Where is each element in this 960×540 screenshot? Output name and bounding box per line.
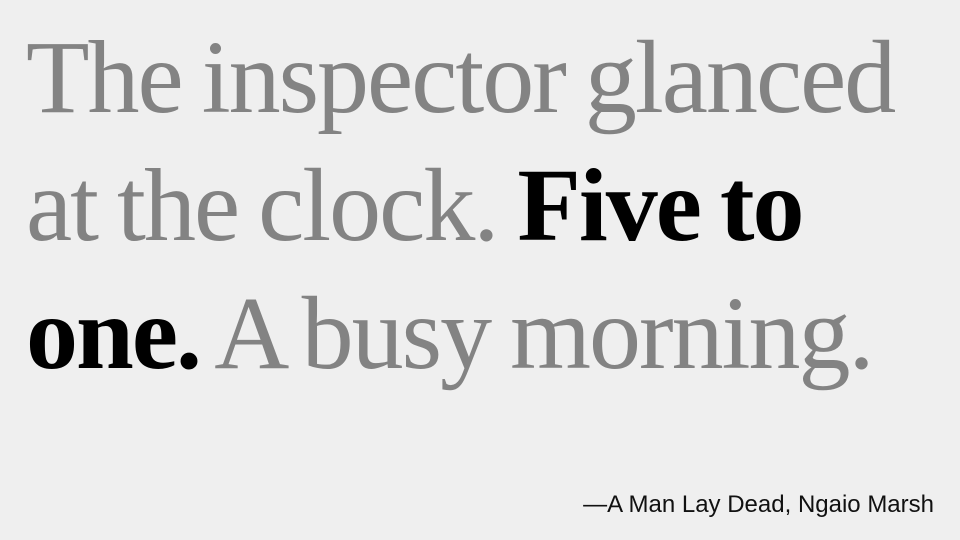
quote-line-2-plain: at the clock. (26, 148, 518, 263)
quote-line-1: The inspector glanced (26, 14, 946, 142)
quote-line-2: at the clock. Five to (26, 142, 946, 270)
quote-card: The inspector glanced at the clock. Five… (0, 0, 960, 540)
quote-emphasis-part-2: one. (26, 276, 202, 391)
quote-line-3: one. A busy morning. (26, 270, 946, 398)
quote-line-3-plain: A busy morning. (200, 276, 874, 391)
quote-emphasis-part-1: Five to (517, 148, 804, 263)
quote-text: The inspector glanced at the clock. Five… (26, 14, 946, 398)
quote-line-1-text: The inspector glanced (26, 20, 896, 135)
attribution: —A Man Lay Dead, Ngaio Marsh (583, 491, 934, 518)
